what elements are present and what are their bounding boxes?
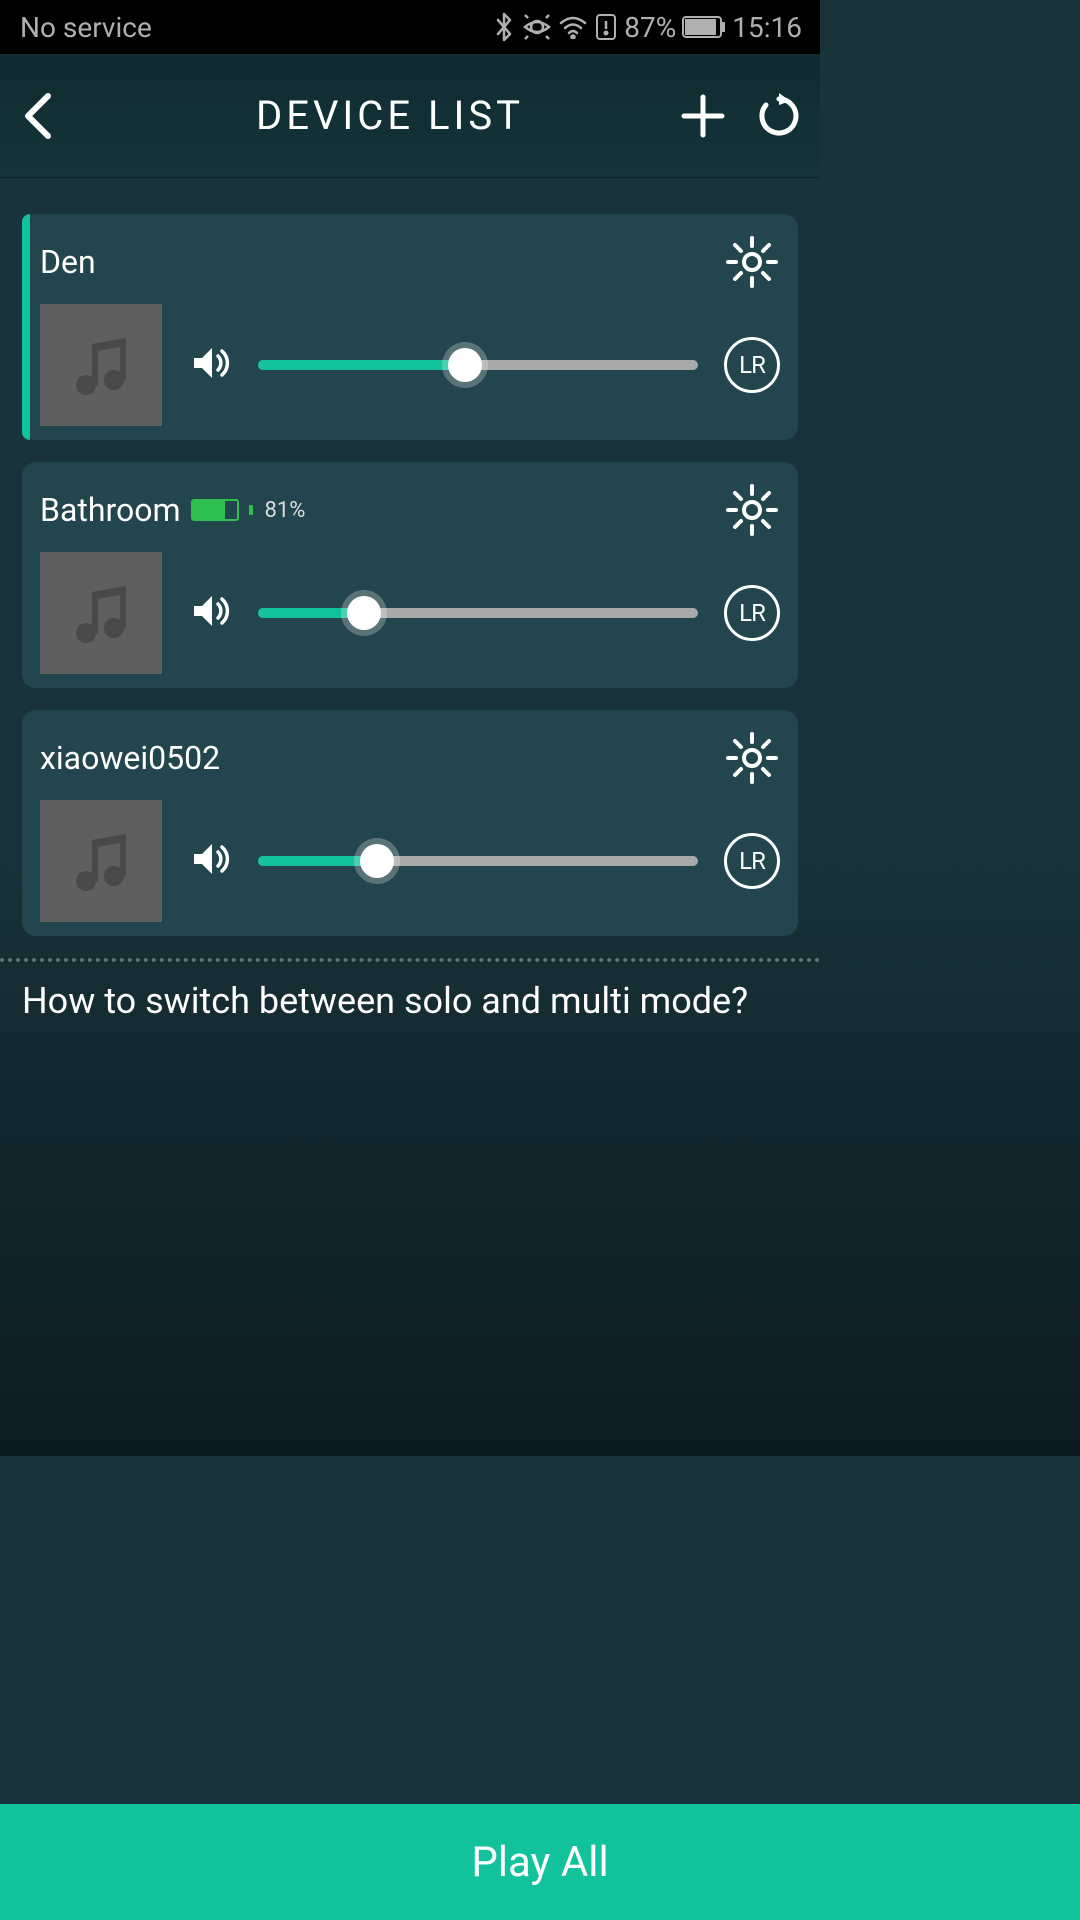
album-art-placeholder (40, 304, 162, 426)
device-card[interactable]: Den (22, 214, 798, 440)
device-name: Bathroom (40, 491, 181, 529)
album-art-placeholder (40, 552, 162, 674)
status-bar: No service (0, 0, 820, 54)
device-card[interactable]: Bathroom 81% (22, 462, 798, 688)
status-right: 87% 15:16 (492, 11, 802, 44)
volume-icon[interactable] (190, 342, 232, 388)
device-list: Den (0, 178, 820, 936)
refresh-button[interactable] (756, 93, 802, 139)
device-name: Den (40, 243, 96, 281)
volume-icon[interactable] (190, 590, 232, 636)
device-name: xiaowei0502 (40, 739, 220, 777)
device-battery-percent: 81% (265, 498, 306, 523)
volume-slider[interactable] (258, 841, 698, 881)
channel-lr-button[interactable]: LR (724, 833, 780, 889)
back-button[interactable] (18, 88, 58, 144)
clock-text: 15:16 (732, 11, 802, 44)
help-link[interactable]: How to switch between solo and multi mod… (0, 980, 820, 1022)
add-device-button[interactable] (680, 93, 726, 139)
device-battery-indicator: 81% (191, 498, 306, 523)
device-settings-button[interactable] (724, 482, 780, 538)
channel-lr-button[interactable]: LR (724, 337, 780, 393)
page-title: DEVICE LIST (256, 92, 524, 139)
volume-slider[interactable] (258, 593, 698, 633)
bluetooth-icon (492, 12, 516, 42)
data-warning-icon (594, 13, 618, 41)
battery-icon (682, 16, 726, 38)
eye-comfort-icon (522, 12, 552, 42)
device-settings-button[interactable] (724, 730, 780, 786)
channel-lr-button[interactable]: LR (724, 585, 780, 641)
battery-icon (191, 499, 239, 521)
device-settings-button[interactable] (724, 234, 780, 290)
album-art-placeholder (40, 800, 162, 922)
app-header: DEVICE LIST (0, 54, 820, 178)
device-card[interactable]: xiaowei0502 (22, 710, 798, 936)
volume-slider[interactable] (258, 345, 698, 385)
volume-icon[interactable] (190, 838, 232, 884)
wifi-icon (558, 15, 588, 39)
play-all-button[interactable]: Play All (0, 1804, 1080, 1920)
carrier-text: No service (20, 11, 152, 44)
battery-percent-text: 87% (624, 11, 676, 44)
divider (0, 958, 820, 962)
